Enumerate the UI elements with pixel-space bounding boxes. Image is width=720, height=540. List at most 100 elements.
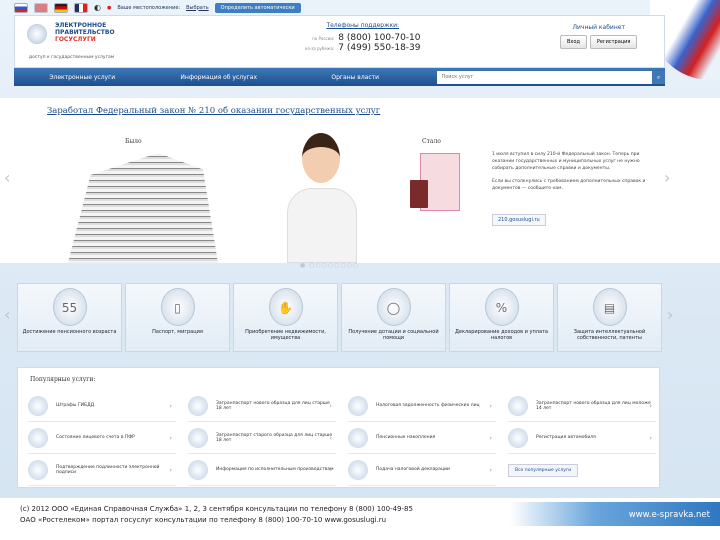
category-label: Паспорт, миграция — [152, 329, 203, 335]
popular-service-item[interactable]: Подача налоговой декларации › — [348, 454, 496, 486]
search-icon[interactable]: ⌕ — [652, 70, 665, 84]
service-icon — [348, 395, 368, 416]
logo[interactable]: ЭЛЕКТРОННОЕ ПРАВИТЕЛЬСТВО ГОСУСЛУГИ — [55, 22, 115, 43]
category-label: Декларирование доходов и уплата налогов — [454, 329, 548, 341]
search-input[interactable] — [437, 70, 653, 84]
all-services-cell: Все популярные услуги — [508, 454, 656, 486]
phone-label: по России: — [312, 36, 335, 41]
chevron-right-icon: › — [649, 401, 652, 410]
nav-electronic-services[interactable]: Электронные услуги — [14, 74, 150, 81]
tagline: доступ к государственным услугам — [29, 55, 115, 60]
location-select[interactable]: Выбрать — [186, 5, 209, 11]
service-icon — [188, 395, 208, 416]
location-pin-icon: ● — [106, 4, 112, 11]
category-tile[interactable]: 55 Достижение пенсионного возраста — [17, 283, 122, 352]
chevron-right-icon: › — [169, 401, 172, 410]
service-label: Состояние лицевого счета в ПФР — [56, 435, 135, 440]
lifebuoy-icon: ◯ — [376, 288, 411, 326]
popular-service-item[interactable]: Состояние лицевого счета в ПФР › — [28, 422, 176, 454]
chevron-right-icon: › — [329, 401, 332, 410]
category-tile[interactable]: ▯ Паспорт, миграция — [125, 283, 230, 352]
lang-de-button[interactable] — [54, 2, 68, 13]
header: ЭЛЕКТРОННОЕ ПРАВИТЕЛЬСТВО ГОСУСЛУГИ дост… — [14, 15, 665, 68]
footer-text: (с) 2012 ООО «Единая Справочная Служба» … — [20, 504, 413, 526]
passport-image — [410, 180, 428, 208]
register-button[interactable]: Регистрация — [589, 35, 638, 49]
chevron-right-icon: › — [329, 433, 332, 442]
service-label: Налоговая задолженность физических лиц — [376, 403, 480, 408]
popular-service-item[interactable]: Загранпаспорт старого образца для лиц ст… — [188, 422, 336, 454]
phone-label: из-за рубежа: — [305, 46, 335, 51]
banner-title[interactable]: Заработал Федеральный закон № 210 об ока… — [47, 106, 380, 116]
popular-service-item[interactable]: Загранпаспорт нового образца для лиц ста… — [188, 390, 336, 422]
category-tiles: 55 Достижение пенсионного возраста ▯ Паспо… — [17, 283, 662, 352]
popular-service-item[interactable]: Регистрация автомобиля › — [508, 422, 656, 454]
was-label: Было — [125, 138, 142, 145]
category-tile[interactable]: % Декларирование доходов и уплата налогов — [449, 283, 554, 352]
lang-ru-button[interactable] — [14, 2, 28, 13]
popular-service-item[interactable]: Информация по исполнительным производств… — [188, 454, 336, 486]
category-label: Приобретение недвижимости, имущества — [245, 329, 326, 341]
popular-title: Популярные услуги: — [30, 376, 96, 383]
detect-location-button[interactable]: Определить автоматически — [214, 2, 301, 13]
category-tile[interactable]: ✋ Приобретение недвижимости, имущества — [233, 283, 338, 352]
lang-uk-button[interactable] — [34, 2, 48, 13]
banner-link[interactable]: 210.gosuslugi.ru — [492, 214, 546, 226]
patent-certificate-icon: ▤ — [592, 288, 627, 326]
phone-number: 8 (800) 100-70-10 — [338, 33, 421, 43]
cabinet-title[interactable]: Личный кабинет — [560, 24, 637, 31]
logo-line: ЭЛЕКТРОННОЕ — [55, 22, 107, 29]
chevron-right-icon[interactable]: › — [667, 305, 673, 324]
pension-icon: 55 — [52, 288, 87, 326]
chevron-left-icon[interactable]: ‹ — [4, 168, 10, 187]
personal-cabinet: Личный кабинет Вход Регистрация — [560, 24, 638, 49]
chevron-right-icon[interactable]: › — [664, 168, 670, 187]
logo-emblem-icon[interactable] — [27, 24, 47, 44]
service-icon — [28, 395, 48, 416]
banner-paragraph: 1 июля вступил в силу 210-й Федеральный … — [492, 152, 640, 171]
now-label: Стало — [422, 138, 441, 145]
chevron-right-icon: › — [329, 465, 332, 474]
passport-icon: ▯ — [160, 288, 195, 326]
chevron-right-icon: › — [489, 465, 492, 474]
nav-service-info[interactable]: Информация об услугах — [150, 74, 286, 81]
login-button[interactable]: Вход — [560, 35, 587, 49]
service-label: Загранпаспорт старого образца для лиц ст… — [216, 432, 333, 443]
top-bar: ◐ ● Ваше местоположение: Выбрать Определ… — [14, 0, 301, 15]
popular-service-item[interactable]: Загранпаспорт нового образца для лиц мол… — [508, 390, 656, 422]
category-tile[interactable]: ▤ Защита интеллектуальной собственности, … — [557, 283, 662, 352]
service-icon — [188, 427, 208, 448]
service-label: Подача налоговой декларации — [376, 467, 450, 472]
service-label: Штрафы ГИБДД — [56, 403, 95, 408]
service-icon — [508, 427, 528, 448]
service-label: Информация по исполнительным производств… — [216, 467, 334, 472]
popular-service-item[interactable]: Налоговая задолженность физических лиц › — [348, 390, 496, 422]
chevron-left-icon[interactable]: ‹ — [4, 305, 10, 324]
popular-service-item[interactable]: Пенсионные накопления › — [348, 422, 496, 454]
site-brand[interactable]: www.e-spravka.net — [510, 502, 720, 526]
chevron-right-icon: › — [649, 433, 652, 442]
chevron-right-icon: › — [169, 465, 172, 474]
service-icon — [188, 459, 208, 480]
chevron-right-icon: › — [489, 401, 492, 410]
service-label: Регистрация автомобиля — [536, 435, 596, 440]
popular-service-item[interactable]: Подтверждение подлинности электронной по… — [28, 454, 176, 486]
woman-thumbs-up-image — [282, 133, 362, 263]
category-tile[interactable]: ◯ Получение дотации и социальной помощи — [341, 283, 446, 352]
chevron-right-icon: › — [489, 433, 492, 442]
category-label: Защита интеллектуальной собственности, п… — [573, 329, 646, 341]
popular-service-item[interactable]: Штрафы ГИБДД › — [28, 390, 176, 422]
accessibility-icon[interactable]: ◐ — [94, 3, 101, 12]
service-icon — [348, 459, 368, 480]
main-nav: Электронные услуги Информация об услугах… — [14, 68, 665, 86]
lang-fr-button[interactable] — [74, 2, 88, 13]
nav-authorities[interactable]: Органы власти — [287, 74, 423, 81]
paper-stack-image — [68, 153, 218, 263]
carousel-dots[interactable]: ● ○○○○○○○○ — [300, 262, 359, 269]
footer-line: ОАО «Ростелеком» портал госуслуг консуль… — [20, 516, 387, 524]
percent-icon: % — [484, 288, 519, 326]
all-popular-services-button[interactable]: Все популярные услуги — [508, 463, 579, 477]
phones-title[interactable]: Телефоны поддержки: — [305, 22, 421, 29]
banner-text: 1 июля вступил в силу 210-й Федеральный … — [492, 151, 652, 192]
phone-number: 7 (499) 550-18-39 — [338, 43, 421, 53]
